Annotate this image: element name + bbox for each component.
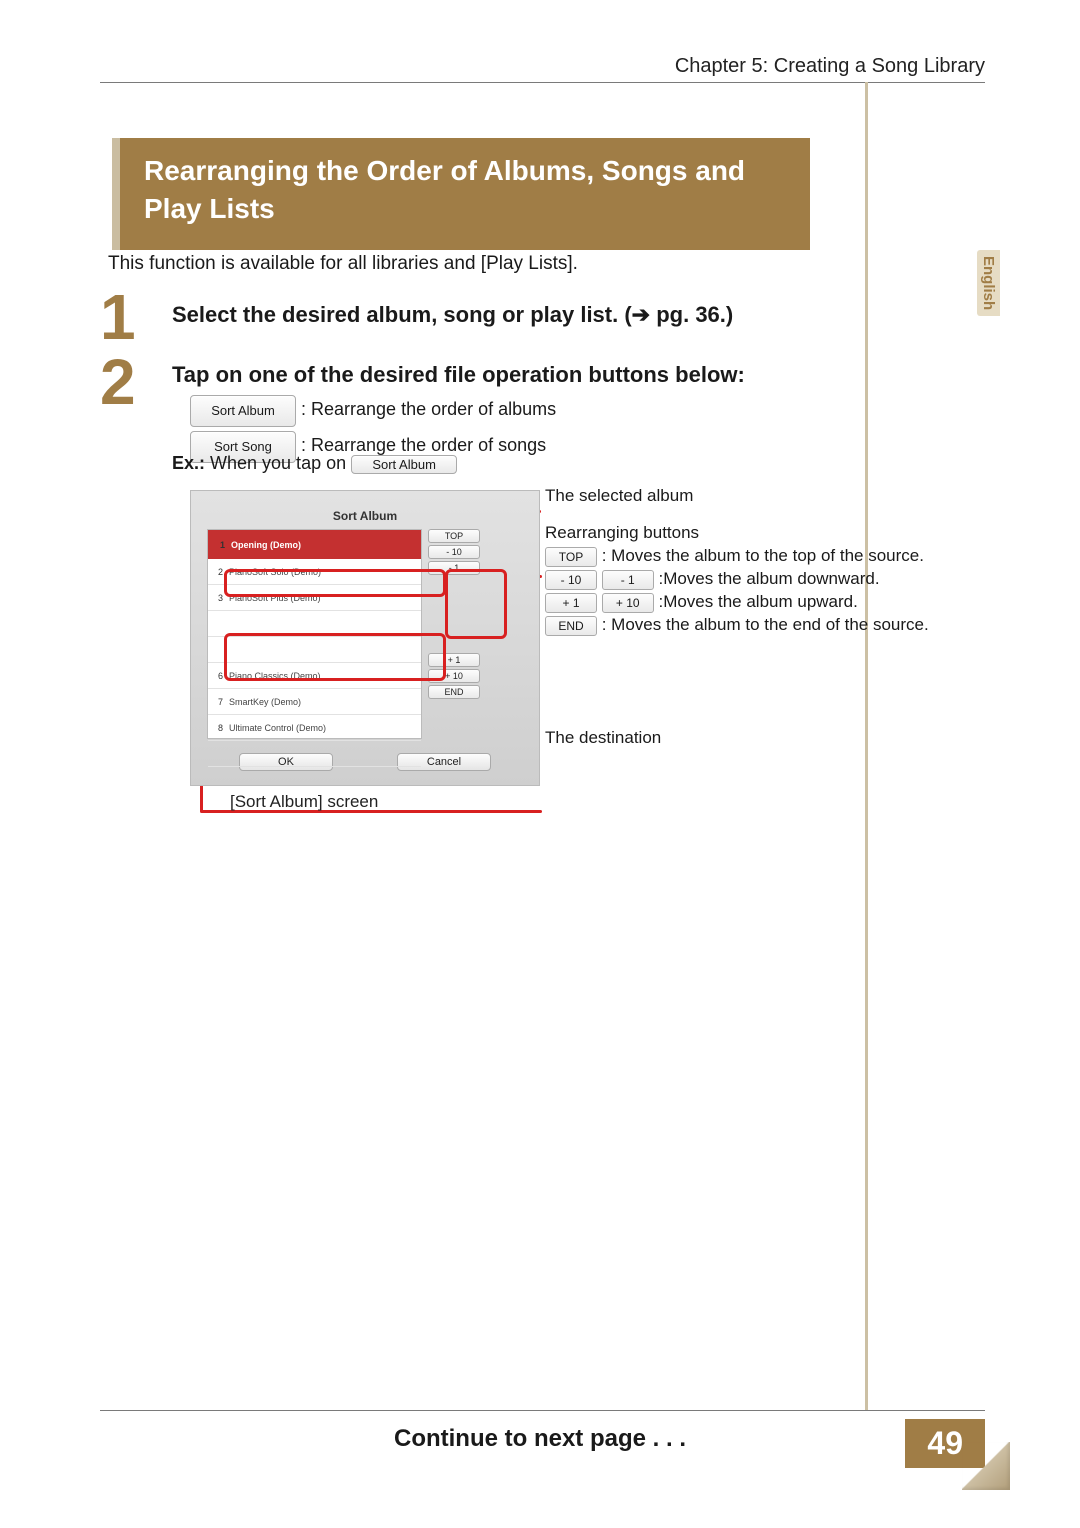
screenshot-caption: [Sort Album] screen — [230, 792, 540, 812]
sort-song-desc: : Rearrange the order of songs — [301, 435, 546, 455]
step-number-1: 1 — [100, 285, 136, 349]
list-item[interactable]: 1Opening (Demo) — [208, 530, 421, 559]
example-prefix: Ex.: — [172, 453, 205, 473]
annotation-selected-album: The selected album — [545, 485, 985, 508]
annotations: The selected album Rearranging buttons T… — [545, 485, 985, 750]
sort-album-desc: : Rearrange the order of albums — [301, 399, 556, 419]
move-buttons-column: TOP - 10 - 1 + 1 + 10 END — [428, 529, 480, 699]
annotation-destination: The destination — [545, 727, 985, 750]
example-line: Ex.: When you tap on Sort Album — [172, 453, 457, 474]
section-title: Rearranging the Order of Albums, Songs a… — [120, 138, 810, 250]
album-list[interactable]: 1Opening (Demo) 2PianoSoft Solo (Demo) 3… — [207, 529, 422, 739]
sort-album-screen: Sort Album 1Opening (Demo) 2PianoSoft So… — [190, 490, 540, 786]
legend-minus1-button: - 1 — [602, 570, 654, 590]
annotation-top-desc: : Moves the album to the top of the sour… — [602, 546, 924, 565]
move-plus10-button[interactable]: + 10 — [428, 669, 480, 683]
list-item[interactable] — [208, 741, 421, 767]
list-item[interactable]: 6Piano Classics (Demo) — [208, 663, 421, 689]
list-item[interactable]: 2PianoSoft Solo (Demo) — [208, 559, 421, 585]
legend-plus10-button: + 10 — [602, 593, 654, 613]
move-end-button[interactable]: END — [428, 685, 480, 699]
annotation-rearranging-title: Rearranging buttons — [545, 522, 985, 545]
move-plus1-button[interactable]: + 1 — [428, 653, 480, 667]
example-sort-album-button[interactable]: Sort Album — [351, 455, 457, 474]
step1-heading: Select the desired album, song or play l… — [172, 302, 733, 328]
sort-album-button[interactable]: Sort Album — [190, 395, 296, 427]
annotation-down-desc: :Moves the album downward. — [658, 569, 879, 588]
move-minus1-button[interactable]: - 1 — [428, 561, 480, 575]
legend-top-button: TOP — [545, 547, 597, 567]
chapter-label: Chapter 5: Creating a Song Library — [0, 55, 985, 78]
list-item[interactable] — [208, 611, 421, 637]
move-minus10-button[interactable]: - 10 — [428, 545, 480, 559]
list-item[interactable]: 3PianoSoft Plus (Demo) — [208, 585, 421, 611]
page-curl-icon — [962, 1442, 1010, 1490]
legend-end-button: END — [545, 616, 597, 636]
list-item[interactable]: 7SmartKey (Demo) — [208, 689, 421, 715]
step2-heading: Tap on one of the desired file operation… — [172, 362, 980, 388]
step-number-2: 2 — [100, 350, 136, 414]
manual-page: Chapter 5: Creating a Song Library Engli… — [0, 0, 1080, 1528]
screenshot-panel: Sort Album 1Opening (Demo) 2PianoSoft So… — [190, 490, 540, 812]
legend-plus1-button: + 1 — [545, 593, 597, 613]
annotation-up-desc: :Moves the album upward. — [658, 592, 857, 611]
list-item[interactable]: 8Ultimate Control (Demo) — [208, 715, 421, 741]
top-rule — [100, 82, 985, 83]
annotation-end-desc: : Moves the album to the end of the sour… — [602, 615, 929, 634]
bottom-rule — [100, 1410, 985, 1411]
intro-text: This function is available for all libra… — [108, 253, 578, 275]
legend-minus10-button: - 10 — [545, 570, 597, 590]
move-top-button[interactable]: TOP — [428, 529, 480, 543]
list-item[interactable] — [208, 637, 421, 663]
screen-title: Sort Album — [207, 509, 523, 523]
example-text: When you tap on — [205, 453, 351, 473]
language-tab: English — [977, 250, 1000, 316]
